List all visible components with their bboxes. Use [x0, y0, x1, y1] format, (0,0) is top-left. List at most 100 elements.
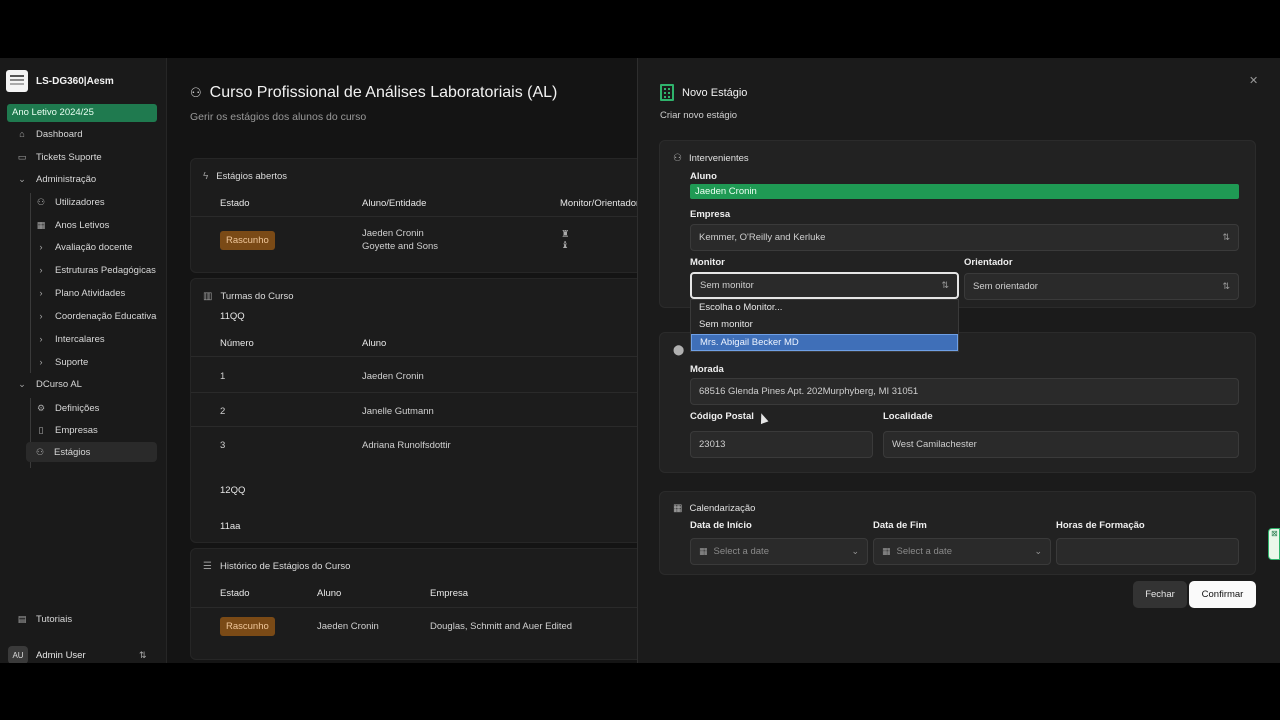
chevron-down-icon: ⌄ [1034, 546, 1042, 556]
avatar: AU [8, 646, 28, 663]
status-badge: Rascunho [220, 231, 275, 250]
city-input[interactable]: West Camilachester [883, 431, 1239, 458]
calendar-icon: ▦ [36, 219, 46, 230]
company-select[interactable]: Kemmer, O'Reilly and Kerluke ⇅ [690, 224, 1239, 251]
monitor-option[interactable]: Escolha o Monitor... [691, 300, 958, 317]
edge-widget[interactable]: ⊠ [1268, 528, 1280, 560]
page-title: ⚇ Curso Profissional de Análises Laborat… [190, 84, 558, 101]
chevron-updown-icon: ⇅ [1222, 232, 1230, 242]
history-card: ☰ Histórico de Estágios do Curso Estado A… [190, 548, 650, 660]
row-number: 1 [220, 371, 226, 382]
user-menu[interactable]: AU Admin User ⇅ [8, 646, 147, 663]
sidebar-item-dcurso[interactable]: ⌄ DCurso AL [16, 374, 82, 394]
sidebar-item-administracao[interactable]: ⌄ Administração [16, 169, 96, 189]
hours-label: Horas de Formação [1056, 520, 1145, 531]
row-number: 3 [220, 440, 226, 451]
confirm-button[interactable]: Confirmar [1189, 581, 1256, 608]
card-title: ☰ Histórico de Estágios do Curso [203, 561, 351, 572]
address-input[interactable]: 68516 Glenda Pines Apt. 202Murphyberg, M… [690, 378, 1239, 405]
participants-section: ⚇ Intervenientes Aluno Jaeden Cronin Empr… [659, 140, 1256, 308]
advisor-select[interactable]: Sem orientador ⇅ [964, 273, 1239, 300]
monitor-label: Monitor [690, 257, 725, 268]
sidebar-item-definicoes[interactable]: ⚙ Definições [35, 398, 99, 418]
city-label: Localidade [883, 411, 933, 422]
sidebar-item-plano[interactable]: › Plano Atividades [35, 283, 126, 303]
row-number: 2 [220, 406, 226, 417]
sidebar-item-coordenacao[interactable]: › Coordenação Educativa [35, 306, 157, 326]
start-date-picker[interactable]: ▦ Select a date ⌄ [690, 538, 868, 565]
main-content: ⚇ Curso Profissional de Análises Laborat… [168, 58, 650, 663]
divider [191, 216, 649, 217]
column-header: Estado [220, 588, 250, 599]
user-name: Admin User [36, 649, 86, 661]
sidebar-item-empresas[interactable]: ▯ Empresas [35, 420, 98, 440]
student-label: Aluno [690, 171, 717, 182]
chevron-right-icon: › [39, 265, 43, 275]
users-icon: ⚇ [36, 196, 46, 207]
sidebar: LS-DG360|Aesm Ano Letivo 2024/25 ⌂ Dashbo… [0, 58, 167, 663]
chevron-down-icon: ⌄ [851, 546, 859, 556]
column-header: Empresa [430, 588, 469, 599]
dialog-title: Novo Estágio [660, 84, 747, 101]
classes-card: ▥ Turmas do Curso 11QQ Número Aluno 1 Jae… [190, 278, 650, 543]
chevron-right-icon: › [39, 242, 43, 252]
column-header: Aluno/Entidade [362, 198, 427, 209]
chevron-right-icon: › [39, 311, 43, 321]
bolt-icon: ϟ [203, 171, 209, 182]
sidebar-item-tickets[interactable]: ▭ Tickets Suporte [16, 147, 102, 167]
advisor-label: Orientador [964, 257, 1013, 268]
ticket-icon: ▭ [17, 151, 27, 162]
company-name: Douglas, Schmitt and Auer Edited [430, 621, 573, 632]
start-date-label: Data de Início [690, 520, 752, 531]
section-title: ▦ Calendarização [673, 503, 756, 514]
monitor-select[interactable]: Sem monitor ⇅ [690, 272, 959, 299]
chevron-updown-icon: ⇅ [941, 280, 949, 290]
brand[interactable]: LS-DG360|Aesm [6, 70, 114, 92]
chevron-right-icon: › [39, 334, 43, 344]
hours-input[interactable] [1056, 538, 1239, 565]
close-button[interactable]: Fechar [1133, 581, 1187, 608]
divider [191, 392, 649, 393]
open-internships-card: ϟ Estágios abertos Estado Aluno/Entidade … [190, 158, 650, 273]
end-date-label: Data de Fim [873, 520, 927, 531]
student-name: Jaeden Cronin [362, 371, 424, 382]
sidebar-item-estagios[interactable]: ⚇ Estágios [26, 442, 157, 462]
chevron-down-icon: ⌄ [18, 378, 26, 389]
schedule-section: ▦ Calendarização Data de Início ▦ Select a… [659, 491, 1256, 575]
sidebar-item-tutoriais[interactable]: ▤ Tutoriais [16, 609, 72, 629]
chevron-right-icon: › [39, 357, 43, 367]
school-year-badge[interactable]: Ano Letivo 2024/25 [7, 104, 157, 122]
postal-code-input[interactable]: 23013 [690, 431, 873, 458]
sidebar-item-utilizadores[interactable]: ⚇ Utilizadores [35, 192, 105, 212]
postal-code-label: Código Postal [690, 411, 754, 422]
sidebar-item-suporte[interactable]: › Suporte [35, 352, 89, 372]
student-value: Jaeden Cronin [690, 184, 1239, 199]
dialog-subtitle: Criar novo estágio [660, 110, 738, 121]
class-group[interactable]: 11aa [220, 521, 240, 532]
sidebar-item-dashboard[interactable]: ⌂ Dashboard [16, 124, 82, 144]
school-logo [6, 70, 28, 92]
map-pin-icon: ⬤ [673, 345, 685, 356]
brand-name: LS-DG360|Aesm [36, 75, 114, 87]
database-icon: ☰ [203, 561, 212, 572]
monitor-option[interactable]: Sem monitor [691, 317, 958, 334]
users-icon: ⚇ [190, 85, 202, 100]
sidebar-item-avaliacao[interactable]: › Avaliação docente [35, 237, 133, 257]
advisor-icon: ♝ [561, 240, 570, 251]
sidebar-item-anos-letivos[interactable]: ▦ Anos Letivos [35, 215, 110, 235]
section-title: ⚇ Intervenientes [673, 153, 749, 164]
end-date-picker[interactable]: ▦ Select a date ⌄ [873, 538, 1051, 565]
class-group[interactable]: 11QQ [220, 311, 245, 322]
chevron-down-icon: ⌄ [18, 173, 26, 184]
column-header: Aluno [362, 338, 387, 349]
users-icon: ⚇ [35, 446, 45, 457]
class-group[interactable]: 12QQ [220, 485, 245, 496]
sidebar-item-estruturas[interactable]: › Estruturas Pedagógicas [35, 260, 156, 280]
calendar-icon: ▦ [673, 503, 683, 514]
sidebar-item-intercalares[interactable]: › Intercalares [35, 329, 105, 349]
building-icon: ▯ [38, 424, 44, 435]
monitor-icon: ♜ [561, 229, 570, 240]
close-icon[interactable]: ✕ [1249, 74, 1258, 87]
divider [191, 356, 649, 357]
monitor-option-highlighted[interactable]: Mrs. Abigail Becker MD [691, 334, 958, 351]
